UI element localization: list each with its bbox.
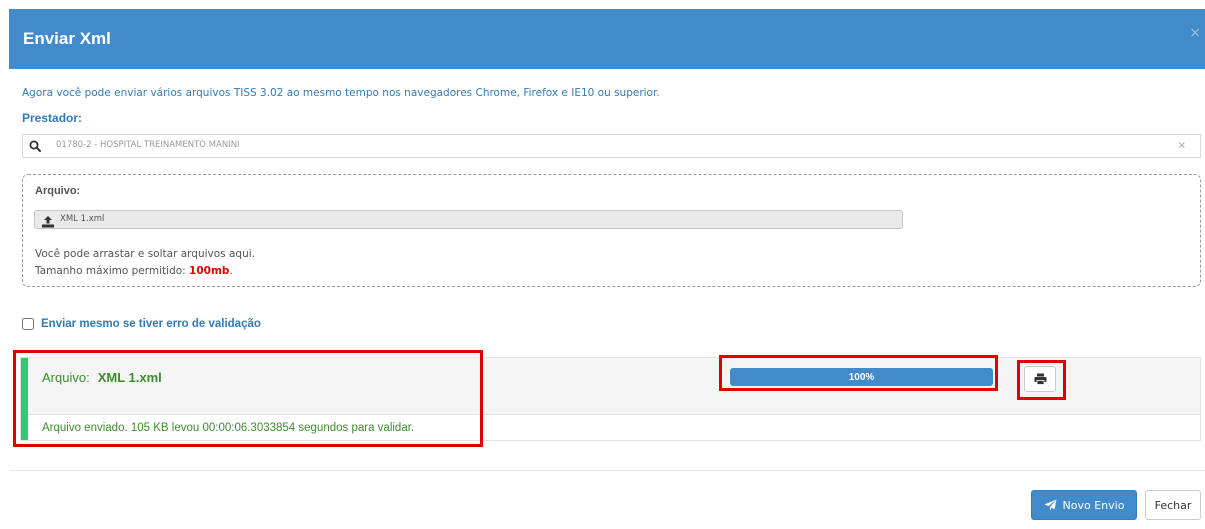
validation-option[interactable]: Enviar mesmo se tiver erro de validação bbox=[22, 318, 261, 330]
fechar-label: Fechar bbox=[1154, 498, 1192, 512]
novo-envio-button[interactable]: Novo Envio bbox=[1031, 490, 1137, 520]
drag-hint: Você pode arrastar e soltar arquivos aqu… bbox=[35, 248, 255, 260]
max-size-hint: Tamanho máximo permitido: 100mb. bbox=[35, 265, 233, 277]
search-icon[interactable] bbox=[23, 135, 47, 157]
max-size-suffix: . bbox=[229, 265, 233, 277]
file-dropzone[interactable]: Arquivo: XML 1.xml Você pode arrastar e … bbox=[22, 174, 1201, 287]
prestador-search-field[interactable]: 01780-2 - HOSPITAL TREINAMENTO MANINI × bbox=[22, 134, 1201, 158]
modal-header: Enviar Xml × bbox=[9, 9, 1205, 69]
max-size-prefix: Tamanho máximo permitido: bbox=[35, 265, 190, 277]
result-title-label: Arquivo: bbox=[42, 370, 90, 385]
progress-text: 100% bbox=[848, 371, 875, 383]
footer-divider bbox=[9, 470, 1205, 471]
paper-plane-icon bbox=[1044, 499, 1057, 511]
progress-fill: 100% bbox=[730, 368, 993, 386]
validation-label: Enviar mesmo se tiver erro de validação bbox=[41, 318, 261, 330]
file-input[interactable]: XML 1.xml bbox=[34, 210, 903, 229]
result-message: Arquivo enviado. 105 KB levou 00:00:06.3… bbox=[42, 422, 415, 434]
clear-icon[interactable]: × bbox=[1178, 140, 1186, 151]
print-icon bbox=[1034, 370, 1047, 389]
max-size-value: 100mb bbox=[189, 265, 230, 277]
result-file-name: XML 1.xml bbox=[97, 370, 162, 385]
close-icon[interactable]: × bbox=[1189, 25, 1201, 41]
file-name: XML 1.xml bbox=[60, 214, 105, 224]
novo-envio-label: Novo Envio bbox=[1062, 498, 1125, 512]
modal-title: Enviar Xml bbox=[23, 29, 111, 48]
success-indicator bbox=[21, 358, 28, 440]
validation-checkbox[interactable] bbox=[22, 318, 34, 330]
result-title: Arquivo: XML 1.xml bbox=[42, 370, 162, 385]
info-text: Agora você pode enviar vários arquivos T… bbox=[22, 87, 660, 99]
print-button[interactable] bbox=[1024, 366, 1056, 392]
progress-bar: 100% bbox=[730, 368, 993, 386]
prestador-label: Prestador: bbox=[22, 111, 83, 125]
arquivo-label: Arquivo: bbox=[35, 185, 81, 197]
prestador-value: 01780-2 - HOSPITAL TREINAMENTO MANINI bbox=[56, 140, 240, 150]
upload-result-panel: Arquivo: XML 1.xml 100% Arquivo enviado. … bbox=[20, 357, 1201, 441]
fechar-button[interactable]: Fechar bbox=[1145, 490, 1201, 520]
upload-icon bbox=[41, 213, 55, 228]
